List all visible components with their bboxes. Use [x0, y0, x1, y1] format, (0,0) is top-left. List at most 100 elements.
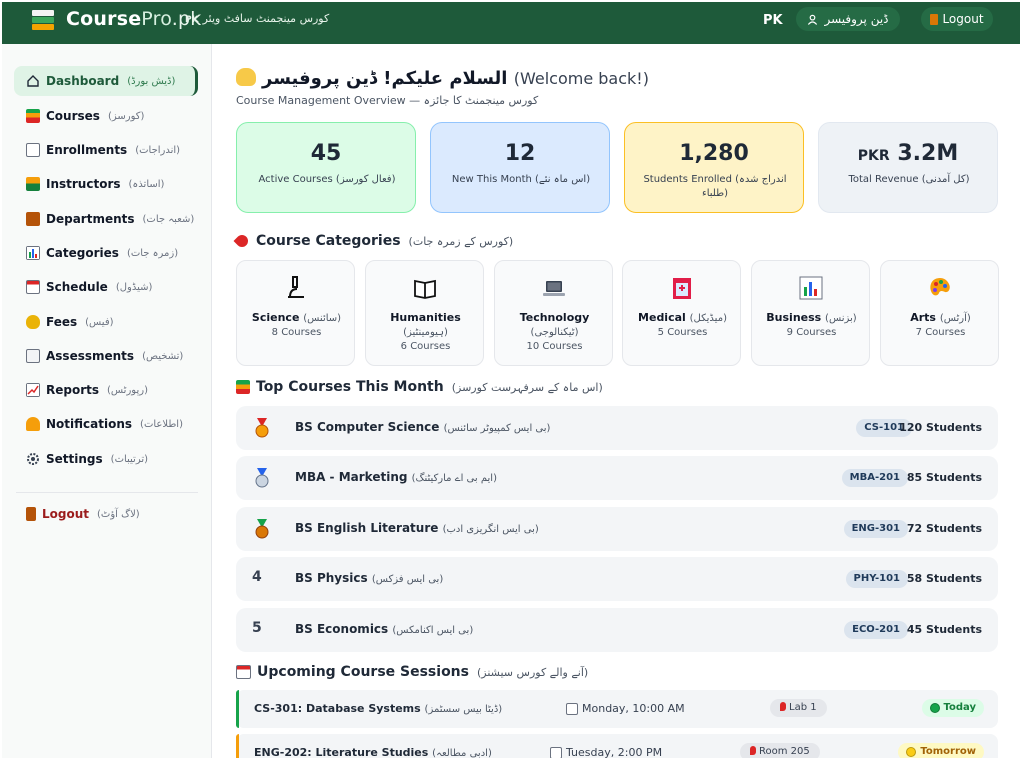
session-row[interactable]: ENG-202: Literature Studies (ادبی مطالعہ… [236, 734, 998, 758]
course-urdu: (بی ایس اکنامکس) [392, 625, 474, 636]
top-courses-heading: Top Courses This Month (اس ماہ کے سرفہرست… [236, 379, 603, 395]
sidebar-item-departments[interactable]: Departments (شعبہ جات) [14, 204, 198, 234]
category-card-medical[interactable]: Medical (میڈیکل) 5 Courses [622, 260, 741, 366]
books-icon [236, 380, 250, 394]
category-count: 7 Courses [915, 327, 966, 338]
sidebar-item-label: Logout [42, 507, 90, 521]
sidebar-item-dashboard[interactable]: Dashboard (ڈیش بورڈ) [14, 66, 198, 96]
stat-card-active-courses[interactable]: 45 Active Courses (فعال کورسز) [236, 122, 416, 213]
category-card-science[interactable]: Science (سائنس) 8 Courses [236, 260, 355, 366]
app-window: CoursePro.pk PK کورس مینجمنٹ سافٹ ویئر PK… [2, 2, 1020, 758]
memo-icon [26, 143, 40, 157]
course-row[interactable]: BS English Literature (بی ایس انگریزی اد… [236, 507, 998, 551]
sidebar-item-label: Enrollments [46, 143, 128, 157]
sidebar-item-urdu: (لاگ آؤٹ) [97, 508, 140, 520]
currency-label: PKR [857, 148, 890, 164]
laptop-icon [543, 281, 565, 296]
calendar-icon [26, 280, 40, 294]
stat-card-total-revenue[interactable]: PKR 3.2M Total Revenue (کل آمدنی) [818, 122, 998, 213]
sidebar-item-schedule[interactable]: Schedule (شیڈول) [14, 272, 198, 302]
course-row[interactable]: MBA - Marketing (ایم بی اے مارکیٹنگ) MBA… [236, 456, 998, 500]
greeting-english: (Welcome back!) [513, 69, 649, 88]
region-label: PK [763, 13, 783, 28]
stat-card-new-this-month[interactable]: 12 New This Month (اس ماہ نئے) [430, 122, 610, 213]
course-code-badge: ENG-301 [843, 520, 908, 538]
tagline-prefix: PK [185, 15, 199, 25]
sidebar-item-instructors[interactable]: Instructors (اساتذہ) [14, 169, 198, 199]
sidebar-item-reports[interactable]: Reports (رپورٹس) [14, 375, 198, 405]
course-name: MBA - Marketing (ایم بی اے مارکیٹنگ) [295, 470, 497, 484]
top-logout-label: Logout [942, 12, 984, 26]
brand-logo[interactable]: CoursePro.pk [66, 8, 201, 30]
category-card-humanities[interactable]: Humanities (ہیومینٹیز) 6 Courses [365, 260, 484, 366]
stat-value: 1,280 [679, 141, 749, 166]
course-row[interactable]: BS Computer Science (بی ایس کمپیوٹر سائن… [236, 406, 998, 450]
course-row[interactable]: 4 BS Physics (بی ایس فزکس) PHY-101 58 St… [236, 557, 998, 601]
sidebar-item-notifications[interactable]: Notifications (اطلاعات) [14, 409, 198, 439]
calendar-icon [236, 665, 251, 679]
sidebar-item-label: Instructors [46, 177, 121, 191]
stat-label: Students Enrolled (اندراج شدہ طلباء) [643, 174, 787, 199]
sidebar-item-label: Notifications [46, 417, 133, 431]
status-dot-icon [929, 703, 940, 713]
pushpin-icon [233, 232, 251, 250]
course-name: BS Computer Science (بی ایس کمپیوٹر سائن… [295, 420, 550, 434]
main-content: السلام علیکم! ڈین پروفیسر (Welcome back!… [212, 44, 1020, 758]
clipboard-icon [26, 349, 40, 363]
open-book-icon [414, 279, 436, 299]
gold-medal-icon [255, 418, 269, 438]
hospital-icon [673, 278, 691, 299]
home-icon [27, 75, 39, 87]
revenue-value: 3.2M [897, 141, 959, 166]
session-time: Monday, 10:00 AM [566, 702, 685, 715]
section-title-urdu: (کورس کے زمرہ جات) [408, 234, 514, 248]
status-text: Tomorrow [920, 746, 976, 757]
sidebar-item-settings[interactable]: Settings (ترتیبات) [14, 444, 198, 474]
brand-main: Course [66, 8, 142, 30]
sidebar-item-categories[interactable]: Categories (زمرہ جات) [14, 238, 198, 268]
category-card-technology[interactable]: Technology (ٹیکنالوجی) 10 Courses [494, 260, 613, 366]
category-label: Arts [910, 311, 936, 324]
course-title: MBA - Marketing [295, 470, 408, 484]
category-count: 9 Courses [786, 327, 837, 338]
tagline-text: کورس مینجمنٹ سافٹ ویئر [202, 12, 330, 25]
category-card-business[interactable]: Business (بزنس) 9 Courses [751, 260, 870, 366]
top-logout-button[interactable]: Logout [921, 7, 993, 31]
sidebar: Dashboard (ڈیش بورڈ) Courses (کورسز) Enrol… [2, 44, 212, 758]
sidebar-item-assessments[interactable]: Assessments (تشخیص) [14, 341, 198, 371]
stat-card-students-enrolled[interactable]: 1,280 Students Enrolled (اندراج شدہ طلبا… [624, 122, 804, 213]
category-urdu: (میڈیکل) [689, 313, 727, 324]
user-menu-button[interactable]: ڈین پروفیسر [796, 7, 900, 31]
session-row[interactable]: CS-301: Database Systems (ڈیٹا بیس سسٹمز… [236, 690, 998, 728]
stat-label: Active Courses (فعال کورسز) [258, 174, 396, 185]
category-card-arts[interactable]: Arts (آرٹس) 7 Courses [880, 260, 999, 366]
stat-label: Total Revenue (کل آمدنی) [848, 174, 970, 185]
category-urdu: (بزنس) [825, 313, 857, 324]
sidebar-item-urdu: (شیڈول) [115, 281, 153, 293]
sidebar-item-logout[interactable]: Logout (لاگ آؤٹ) [14, 499, 198, 529]
sidebar-item-label: Assessments [46, 349, 135, 363]
bell-icon [26, 417, 40, 431]
course-code-badge: ECO-201 [844, 621, 908, 639]
stat-value: 45 [310, 141, 342, 166]
user-icon [808, 14, 818, 25]
section-title-text: Upcoming Course Sessions [257, 664, 469, 680]
course-title: BS English Literature [295, 521, 439, 535]
bronze-medal-icon [255, 519, 269, 539]
category-urdu: (ہیومینٹیز) [403, 327, 448, 338]
sidebar-item-enrollments[interactable]: Enrollments (اندراجات) [14, 135, 198, 165]
microscope-icon [288, 276, 304, 298]
status-badge: Today [921, 699, 984, 717]
course-title: BS Economics [295, 622, 389, 636]
sidebar-item-fees[interactable]: Fees (فیس) [14, 307, 198, 337]
category-name: Humanities (ہیومینٹیز) 6 Courses [370, 311, 481, 354]
session-name: ENG-202: Literature Studies [254, 746, 429, 758]
course-name: BS English Literature (بی ایس انگریزی اد… [295, 521, 539, 535]
category-name: Arts (آرٹس) 7 Courses [885, 311, 996, 340]
sidebar-item-urdu: (رپورٹس) [107, 384, 148, 396]
status-dot-icon [906, 747, 917, 757]
user-name: ڈین پروفیسر [824, 12, 889, 26]
sidebar-item-courses[interactable]: Courses (کورسز) [14, 101, 198, 131]
course-row[interactable]: 5 BS Economics (بی ایس اکنامکس) ECO-201 … [236, 608, 998, 652]
sidebar-item-label: Departments [46, 212, 135, 226]
